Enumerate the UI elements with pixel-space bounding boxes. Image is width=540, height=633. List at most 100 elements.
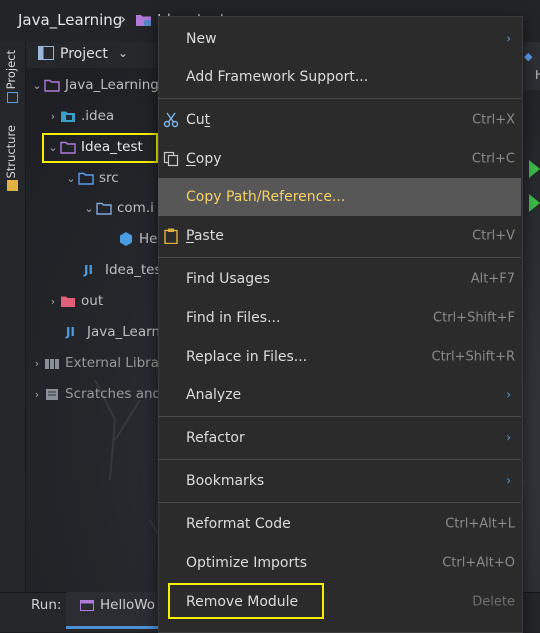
menu-item-new[interactable]: New › [158, 20, 521, 58]
iml-file-icon: JI [84, 263, 93, 277]
run-config-icon [80, 600, 94, 611]
class-icon: ◆ [524, 50, 533, 63]
shortcut-label: Ctrl+C [471, 151, 515, 167]
breadcrumb-separator: › [120, 10, 126, 28]
submenu-arrow-icon: › [506, 387, 511, 402]
idea-folder-icon [61, 111, 75, 122]
tree-item-label: src [99, 170, 119, 186]
tree-item-label: out [81, 293, 104, 309]
collapsed-arrow-icon[interactable]: › [30, 357, 44, 370]
menu-item-label: Bookmarks [186, 473, 265, 489]
tree-item-java-learning[interactable]: ⌄ Java_Learning [30, 73, 159, 97]
menu-item-label: Refactor [186, 430, 245, 446]
tree-item-label: Java_Learni [87, 324, 164, 340]
run-gutter-icon[interactable] [529, 160, 540, 178]
tree-item-out[interactable]: › out [46, 289, 103, 313]
menu-item-label: Copy [186, 151, 222, 167]
run-gutter-icon[interactable] [529, 194, 540, 212]
tree-item-label: com.i [117, 200, 154, 216]
shortcut-label: Delete [472, 594, 515, 610]
run-label: Run: [31, 597, 62, 613]
class-icon [120, 232, 132, 246]
menu-item-label: New [186, 31, 217, 47]
tree-item-class[interactable]: He [118, 227, 157, 251]
submenu-arrow-icon: › [506, 430, 511, 445]
package-icon [96, 202, 112, 215]
shortcut-label: Alt+F7 [470, 271, 515, 287]
menu-item-paste[interactable]: Paste Ctrl+V [158, 217, 521, 255]
menu-item-label: Paste [186, 228, 224, 244]
shortcut-label: Ctrl+Shift+F [433, 310, 515, 326]
collapsed-arrow-icon[interactable]: › [46, 110, 60, 123]
excluded-folder-icon [61, 296, 75, 307]
scissors-icon [163, 112, 179, 128]
menu-item-reformat-code[interactable]: Reformat Code Ctrl+Alt+L [158, 505, 521, 543]
tree-item-label: Scratches and [65, 386, 162, 402]
tree-item-idea[interactable]: › .idea [46, 104, 114, 128]
menu-item-refactor[interactable]: Refactor › [158, 419, 521, 457]
highlight-remove-module [168, 583, 324, 619]
submenu-arrow-icon: › [506, 473, 511, 488]
source-folder-icon [78, 172, 94, 185]
highlight-idea-test [42, 133, 158, 163]
project-tool-icon [7, 92, 18, 103]
collapsed-arrow-icon[interactable]: › [46, 295, 60, 308]
breadcrumb-project[interactable]: Java_Learning [18, 11, 122, 29]
chevron-down-icon[interactable]: ⌄ [118, 46, 128, 60]
menu-separator [158, 98, 521, 99]
tree-item-external-libraries[interactable]: › External Librari [30, 351, 168, 375]
libraries-icon [45, 358, 59, 369]
scratches-icon [46, 388, 58, 400]
submenu-arrow-icon: › [506, 31, 511, 46]
shortcut-label: Ctrl+Alt+O [442, 555, 515, 571]
menu-item-add-framework-support[interactable]: Add Framework Support... [158, 58, 521, 96]
tree-item-label: External Librari [65, 355, 169, 371]
paste-icon [164, 228, 178, 244]
menu-item-copy[interactable]: Copy Ctrl+C [158, 140, 521, 178]
shortcut-label: Ctrl+Shift+R [431, 349, 516, 365]
shortcut-label: Ctrl+V [472, 228, 515, 244]
shortcut-label: Ctrl+X [472, 112, 515, 128]
iml-file-icon: JI [66, 325, 75, 339]
copy-icon [163, 151, 179, 167]
menu-item-label: Analyze [186, 387, 242, 403]
tree-item-root-iml[interactable]: JI Java_Learni [66, 320, 164, 344]
collapsed-arrow-icon[interactable]: › [30, 388, 44, 401]
tree-item-label: Java_Learning [65, 77, 159, 93]
menu-item-label: Copy Path/Reference... [186, 189, 346, 205]
project-tool-tab[interactable]: Project [4, 50, 18, 89]
tree-item-src[interactable]: ⌄ src [64, 166, 119, 190]
menu-item-optimize-imports[interactable]: Optimize Imports Ctrl+Alt+O [158, 544, 521, 582]
menu-item-label: Cut [186, 112, 211, 128]
menu-item-cut[interactable]: Cut Ctrl+X [158, 101, 521, 139]
menu-item-label: Find Usages [186, 271, 271, 287]
tree-item-iml[interactable]: JI Idea_test [84, 258, 167, 282]
menu-separator [158, 502, 521, 503]
tree-item-label: He [139, 231, 158, 247]
expanded-arrow-icon[interactable]: ⌄ [64, 172, 78, 185]
menu-item-analyze[interactable]: Analyze › [158, 376, 521, 414]
menu-item-find-usages[interactable]: Find Usages Alt+F7 [158, 260, 521, 298]
menu-item-copy-path[interactable]: Copy Path/Reference... [158, 178, 521, 216]
expanded-arrow-icon[interactable]: ⌄ [82, 202, 96, 215]
menu-item-label: Replace in Files... [186, 349, 308, 365]
folder-icon [44, 79, 60, 92]
module-folder-icon [136, 15, 151, 26]
project-panel-title[interactable]: Project [60, 46, 108, 62]
menu-separator [158, 257, 521, 258]
tree-item-package[interactable]: ⌄ com.i [82, 196, 154, 220]
editor-tab-label: H [535, 68, 540, 82]
structure-tool-tab[interactable]: Structure [4, 125, 18, 179]
expanded-arrow-icon[interactable]: ⌄ [30, 79, 44, 92]
menu-item-label: Reformat Code [186, 516, 291, 532]
project-view-icon [38, 46, 54, 60]
menu-item-bookmarks[interactable]: Bookmarks › [158, 462, 521, 500]
run-tab-label: HelloWo [100, 597, 156, 613]
menu-item-label: Add Framework Support... [186, 69, 369, 85]
menu-item-replace-in-files[interactable]: Replace in Files... Ctrl+Shift+R [158, 338, 521, 376]
tree-item-scratches[interactable]: › Scratches and [30, 382, 161, 406]
menu-item-find-in-files[interactable]: Find in Files... Ctrl+Shift+F [158, 299, 521, 337]
menu-item-label: Optimize Imports [186, 555, 307, 571]
structure-tool-icon [7, 180, 18, 191]
menu-separator [158, 459, 521, 460]
